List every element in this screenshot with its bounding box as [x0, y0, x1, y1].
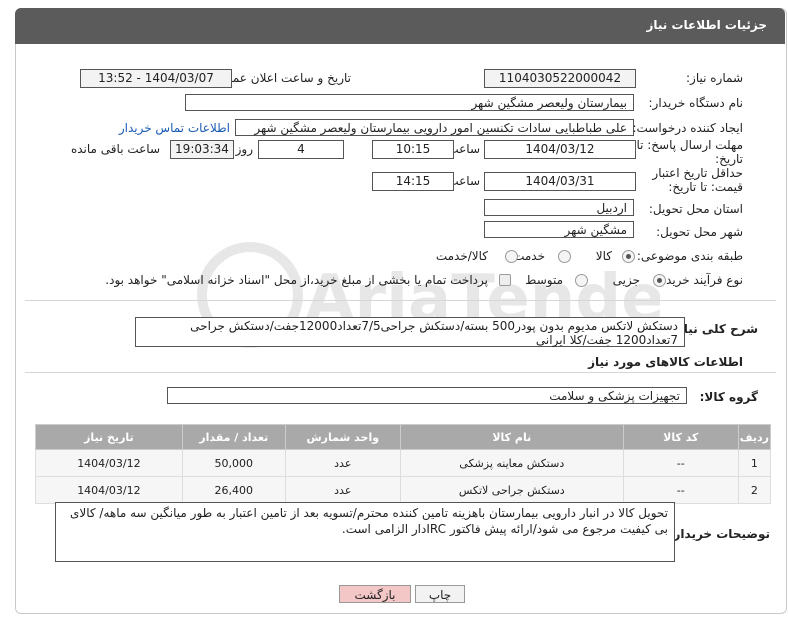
cell-quantity: 50,000	[181, 449, 286, 477]
process-option-minor: جزیی	[612, 273, 640, 287]
cell-date: 1404/03/12	[35, 449, 183, 477]
days-count-field[interactable]: 4	[258, 140, 344, 159]
process-option-medium: متوسط	[525, 273, 563, 287]
province-label: استان محل تحویل:	[648, 202, 743, 216]
cell-name: دستکش معاینه پزشکی	[399, 449, 624, 477]
table-row[interactable]: 1 -- دستکش معاینه پزشکی عدد 50,000 1404/…	[35, 449, 772, 477]
city-label: شهر محل تحویل:	[656, 225, 743, 239]
buyer-org-label: نام دستگاه خریدار:	[648, 96, 744, 110]
cell-unit: عدد	[284, 476, 401, 504]
process-radio-medium[interactable]	[575, 274, 588, 287]
print-button[interactable]: چاپ	[415, 585, 465, 603]
treasury-checkbox[interactable]	[499, 274, 511, 286]
validity-time-field[interactable]: 14:15	[372, 172, 454, 191]
category-option-both: کالا/خدمت	[435, 249, 488, 263]
col-code: کد کالا	[622, 424, 739, 450]
deadline-time-field[interactable]: 10:15	[372, 140, 454, 159]
category-radio-both[interactable]	[505, 250, 518, 263]
min-validity-label: حداقل تاریخ اعتبار قیمت: تا تاریخ:	[652, 166, 743, 194]
creator-label: ایجاد کننده درخواست:	[632, 121, 743, 135]
goods-group-label: گروه کالا:	[699, 390, 758, 404]
city-field[interactable]: مشگین شهر	[484, 221, 634, 238]
announce-datetime-field[interactable]: 1404/03/07 - 13:52	[80, 69, 232, 88]
cell-row: 1	[737, 449, 772, 477]
creator-field[interactable]: علی طباطبایی سادات تکنسین امور دارویی بی…	[235, 119, 634, 136]
buyer-notes-label: توضیحات خریدار:	[668, 527, 770, 541]
cell-code: --	[622, 449, 739, 477]
description-line-2: 7تعداد1200 جفت/کلا ایرانی	[535, 333, 678, 347]
deadline-date-field[interactable]: 1404/03/12	[484, 140, 636, 159]
cell-name: دستکش جراحی لاتکس	[399, 476, 624, 504]
col-quantity: تعداد / مقدار	[181, 424, 286, 450]
col-name: نام کالا	[399, 424, 624, 450]
cell-row: 2	[737, 476, 772, 504]
goods-table: ردیف کد کالا نام کالا واحد شمارش تعداد /…	[35, 424, 772, 504]
cell-unit: عدد	[284, 449, 401, 477]
deadline-label: مهلت ارسال پاسخ: تا تاریخ:	[636, 138, 743, 166]
page-title: جزئیات اطلاعات نیاز	[646, 18, 767, 32]
category-radio-goods[interactable]	[622, 250, 635, 263]
col-unit: واحد شمارش	[284, 424, 401, 450]
buyer-contact-link[interactable]: اطلاعات تماس خریدار	[119, 121, 230, 135]
cell-quantity: 26,400	[181, 476, 286, 504]
goods-section-title: اطلاعات کالاهای مورد نیاز	[588, 355, 743, 369]
need-number-label: شماره نیاز:	[686, 71, 743, 85]
payment-note: پرداخت تمام یا بخشی از مبلغ خرید،از محل …	[105, 273, 488, 287]
category-radio-service[interactable]	[558, 250, 571, 263]
description-line-1: دستکش لاتکس مدیوم بدون پودر500 بسته/دستک…	[190, 319, 678, 333]
table-row[interactable]: 2 -- دستکش جراحی لاتکس عدد 26,400 1404/0…	[35, 476, 772, 504]
buyer-notes-line-2: بی کیفیت مرجوع می شود/ارائه پیش فاکتور I…	[341, 522, 668, 536]
need-number-field[interactable]: 1104030522000042	[484, 69, 636, 88]
panel-header: جزئیات اطلاعات نیاز	[15, 8, 785, 44]
category-option-goods: کالا	[595, 249, 612, 263]
process-label: نوع فرآیند خرید :	[658, 273, 743, 287]
buyer-notes-line-1: تحویل کالا در انبار دارویی بیمارستان باه…	[69, 506, 668, 520]
process-radio-minor[interactable]	[653, 274, 666, 287]
back-button[interactable]: بازگشت	[339, 585, 411, 603]
buyer-notes-textarea[interactable]: تحویل کالا در انبار دارویی بیمارستان باه…	[55, 502, 675, 562]
cell-code: --	[622, 476, 739, 504]
col-need-date: تاریخ نیاز	[35, 424, 183, 450]
remaining-label: ساعت باقی مانده	[70, 142, 160, 156]
col-row: ردیف	[737, 424, 772, 450]
goods-group-field[interactable]: تجهیزات پزشکی و سلامت	[167, 387, 687, 404]
description-textarea[interactable]: دستکش لاتکس مدیوم بدون پودر500 بسته/دستک…	[135, 317, 685, 347]
buyer-org-field[interactable]: بیمارستان ولیعصر مشگین شهر	[185, 94, 634, 111]
province-field[interactable]: اردبیل	[484, 199, 634, 216]
table-header-row: ردیف کد کالا نام کالا واحد شمارش تعداد /…	[35, 424, 772, 450]
divider	[25, 300, 776, 301]
validity-date-field[interactable]: 1404/03/31	[484, 172, 636, 191]
cell-date: 1404/03/12	[35, 476, 183, 504]
category-label: طبقه بندی موضوعی:	[636, 249, 743, 263]
divider	[25, 372, 776, 373]
remaining-time-field[interactable]: 19:03:34	[170, 140, 234, 159]
